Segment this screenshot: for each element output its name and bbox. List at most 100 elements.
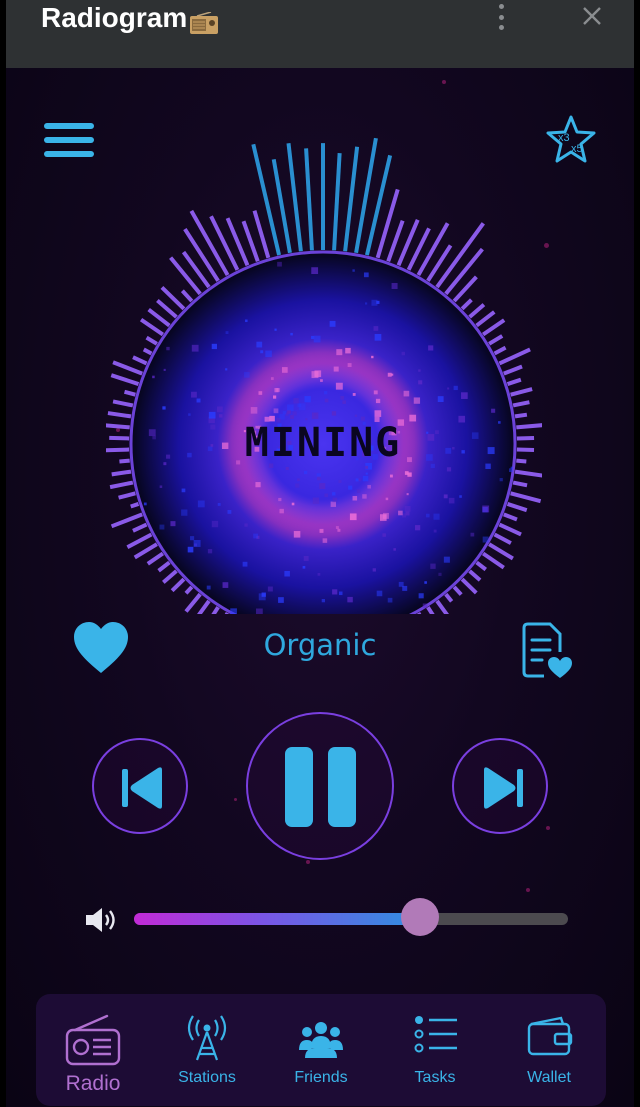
visualizer-bar [510, 491, 542, 504]
cover-pixel [418, 593, 424, 599]
more-options-icon[interactable] [494, 4, 508, 30]
cover-pixel [356, 489, 361, 493]
cover-pixel [409, 414, 417, 422]
cover-pixel [340, 395, 345, 400]
cover-pixel [382, 512, 389, 519]
visualizer-bar [510, 387, 533, 397]
background-particle [526, 888, 530, 892]
nav-item-stations[interactable]: Stations [150, 994, 264, 1106]
cover-pixel [332, 492, 336, 496]
cover-pixel [293, 398, 299, 404]
cover-pixel [348, 485, 353, 490]
cover-pixel [297, 478, 300, 482]
cover-pixel [278, 597, 284, 603]
cover-pixel [437, 396, 444, 402]
cover-pixel [452, 447, 455, 450]
cover-pixel [382, 533, 386, 537]
visualizer-bar [157, 560, 171, 573]
cover-pixel [272, 395, 277, 399]
cover-pixel [207, 549, 213, 554]
cover-pixel [304, 396, 311, 403]
visualizer-bar [112, 360, 143, 376]
cover-title: MINING [245, 420, 402, 466]
cover-pixel [373, 326, 379, 331]
cover-pixel [303, 556, 309, 561]
cover-pixel [227, 509, 232, 514]
pause-button[interactable] [246, 712, 394, 860]
nav-item-radio[interactable]: Radio [36, 994, 150, 1106]
cover-pixel [219, 414, 223, 418]
track-title: Organic [263, 628, 377, 662]
favorite-list-icon[interactable] [520, 622, 574, 682]
boost-star-icon[interactable]: x3 x5 [544, 114, 598, 168]
cover-pixel [312, 497, 320, 504]
next-button[interactable] [452, 738, 548, 834]
volume-slider[interactable] [134, 913, 568, 925]
cover-pixel [197, 500, 205, 508]
cover-pixel [362, 475, 369, 482]
visualizer-bar [133, 542, 158, 560]
cover-pixel [424, 581, 427, 584]
nav-item-friends[interactable]: Friends [264, 994, 378, 1106]
cover-pixel [403, 390, 410, 397]
cover-pixel [498, 421, 501, 424]
cover-pixel [375, 398, 381, 404]
nav-item-wallet[interactable]: Wallet [492, 994, 606, 1106]
nav-item-tasks[interactable]: Tasks [378, 994, 492, 1106]
cover-pixel [371, 355, 374, 359]
cover-pixel [352, 495, 358, 501]
cover-pixel [293, 531, 301, 538]
cover-pixel [319, 483, 326, 490]
cover-pixel [221, 442, 229, 449]
heart-icon[interactable] [72, 621, 130, 675]
cover-pixel [313, 335, 321, 343]
cover-pixel [333, 366, 339, 372]
cover-pixel [372, 568, 376, 572]
cover-pixel [376, 590, 383, 597]
volume-icon[interactable] [84, 905, 120, 935]
visualizer-bar [123, 389, 136, 397]
cover-pixel [401, 351, 406, 356]
cover-pixel [265, 350, 272, 358]
cover-pixel [181, 509, 188, 516]
previous-button[interactable] [92, 738, 188, 834]
visualizer-bar [126, 532, 153, 549]
cover-pixel [324, 493, 329, 498]
visualizer-bar [111, 469, 132, 477]
cover-pixel [404, 471, 409, 475]
cover-pixel [365, 465, 369, 469]
cover-pixel [387, 372, 392, 377]
visualizer-bar [95, 447, 130, 453]
cover-pixel [482, 536, 489, 543]
radio-icon [63, 1014, 123, 1066]
cover-pixel [317, 573, 321, 576]
cover-pixel [210, 424, 216, 430]
cover-pixel [230, 608, 237, 616]
cover-pixel [320, 379, 323, 382]
visualizer-bar [488, 542, 514, 561]
visualizer-bar [503, 512, 518, 522]
cover-pixel [404, 505, 411, 512]
cover-pixel [270, 377, 274, 380]
friends-icon [291, 1014, 351, 1066]
visualizer-bar [119, 458, 130, 464]
cover-pixel [290, 415, 294, 419]
visualizer-bar [107, 411, 132, 419]
cover-pixel [298, 403, 306, 411]
cover-pixel [236, 460, 241, 465]
cover-pixel [352, 269, 355, 272]
nav-label-wallet: Wallet [527, 1069, 571, 1086]
cover-pixel [244, 523, 248, 527]
cover-pixel [163, 462, 167, 466]
visualizer-bar [514, 469, 548, 479]
cover-pixel [393, 548, 396, 551]
cover-pixel [362, 494, 367, 499]
cover-pixel [190, 536, 195, 541]
cover-pixel [426, 454, 433, 461]
cover-pixel [398, 510, 403, 516]
visualizer-bar [118, 491, 136, 500]
close-icon[interactable] [580, 4, 604, 28]
volume-slider-thumb[interactable] [401, 898, 440, 936]
cover-pixel [402, 585, 408, 591]
menu-icon[interactable] [44, 123, 96, 161]
